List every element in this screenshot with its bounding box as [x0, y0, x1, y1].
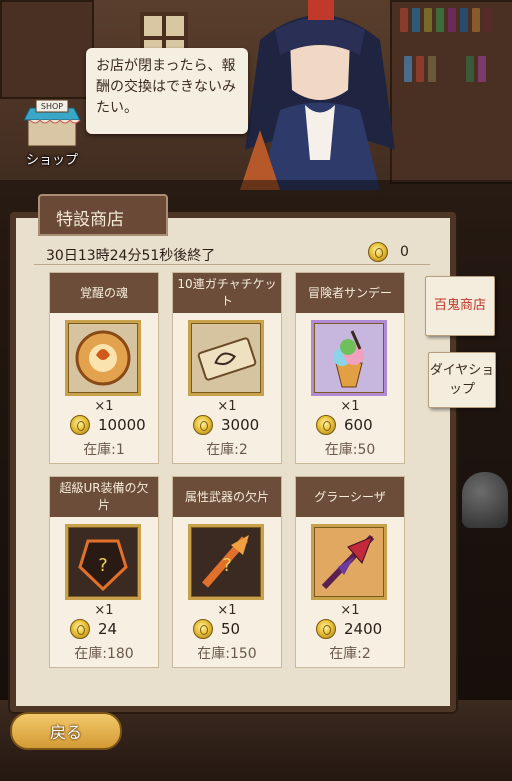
item-name: 冒険者サンデー [296, 273, 404, 313]
shop-label: ショップ [26, 153, 79, 168]
shop-icon[interactable]: SHOP [22, 98, 82, 148]
item-quantity: ×1 [340, 603, 360, 618]
item-quantity: ×1 [94, 603, 114, 618]
panel-title: 特設商店 [56, 210, 124, 230]
coin-icon [368, 242, 388, 262]
tab-diamond-shop[interactable]: ダイヤショップ [428, 352, 496, 408]
shop-item-card[interactable]: 冒険者サンデー ×1 600 在庫:50 [295, 272, 405, 464]
glaive-weapon-icon [311, 524, 387, 600]
item-name: 属性武器の欠片 [173, 477, 281, 517]
item-stock: 在庫:2 [206, 442, 248, 458]
item-name: 覚醒の魂 [50, 273, 158, 313]
svg-text:SHOP: SHOP [41, 102, 63, 111]
shop-item-card[interactable]: 覚醒の魂 ×1 10000 在庫:1 [49, 272, 159, 464]
coin-icon [316, 415, 336, 435]
item-price: 3000 [193, 415, 259, 435]
item-price: 50 [193, 619, 240, 639]
item-name: 超級UR装備の欠片 [50, 477, 158, 517]
element-weapon-fragment-icon: ? [188, 524, 264, 600]
item-stock: 在庫:150 [197, 646, 257, 662]
item-price: 10000 [70, 415, 146, 435]
ur-equipment-fragment-icon: ? [65, 524, 141, 600]
item-stock: 在庫:180 [74, 646, 134, 662]
item-name: 10連ガチャチケット [173, 273, 281, 313]
svg-text:?: ? [222, 555, 232, 576]
coin-icon [70, 619, 90, 639]
currency-count: 0 [400, 244, 409, 260]
coin-icon [193, 619, 213, 639]
sundae-icon [311, 320, 387, 396]
item-quantity: ×1 [340, 399, 360, 414]
character-portrait [240, 0, 395, 190]
currency-display: 0 [368, 242, 409, 262]
item-stock: 在庫:1 [83, 442, 125, 458]
gacha-ticket-icon [188, 320, 264, 396]
shop-item-card[interactable]: 10連ガチャチケット ×1 3000 在庫:2 [172, 272, 282, 464]
item-price: 2400 [316, 619, 382, 639]
item-quantity: ×1 [217, 603, 237, 618]
tab-hyakki-shop[interactable]: 百鬼商店 [425, 276, 495, 336]
item-quantity: ×1 [217, 399, 237, 414]
shop-item-card[interactable]: グラーシーザ ×1 2400 在庫:2 [295, 476, 405, 668]
coin-icon [193, 415, 213, 435]
wall-shelf [0, 0, 94, 99]
shop-timer: 30日13時24分51秒後終了 [46, 248, 216, 264]
item-stock: 在庫:50 [324, 442, 376, 458]
item-price: 600 [316, 415, 373, 435]
item-name: グラーシーザ [296, 477, 404, 517]
item-price: 24 [70, 619, 117, 639]
item-stock: 在庫:2 [329, 646, 371, 662]
coin-icon [316, 619, 336, 639]
coin-icon [70, 415, 90, 435]
back-button[interactable]: 戻る [10, 712, 122, 750]
special-shop-panel: 覚醒の魂 ×1 10000 在庫:1 10連ガチャチケット ×1 3000 在庫… [10, 212, 456, 712]
item-quantity: ×1 [94, 399, 114, 414]
awakening-soul-icon [65, 320, 141, 396]
helmet-decoration [462, 472, 508, 528]
shop-item-card[interactable]: 属性武器の欠片 ? ×1 50 在庫:150 [172, 476, 282, 668]
svg-text:?: ? [98, 555, 108, 576]
speech-bubble: お店が閉まったら、報酬の交換はできないみたい。 [86, 48, 248, 134]
shop-item-card[interactable]: 超級UR装備の欠片 ? ×1 24 在庫:180 [49, 476, 159, 668]
